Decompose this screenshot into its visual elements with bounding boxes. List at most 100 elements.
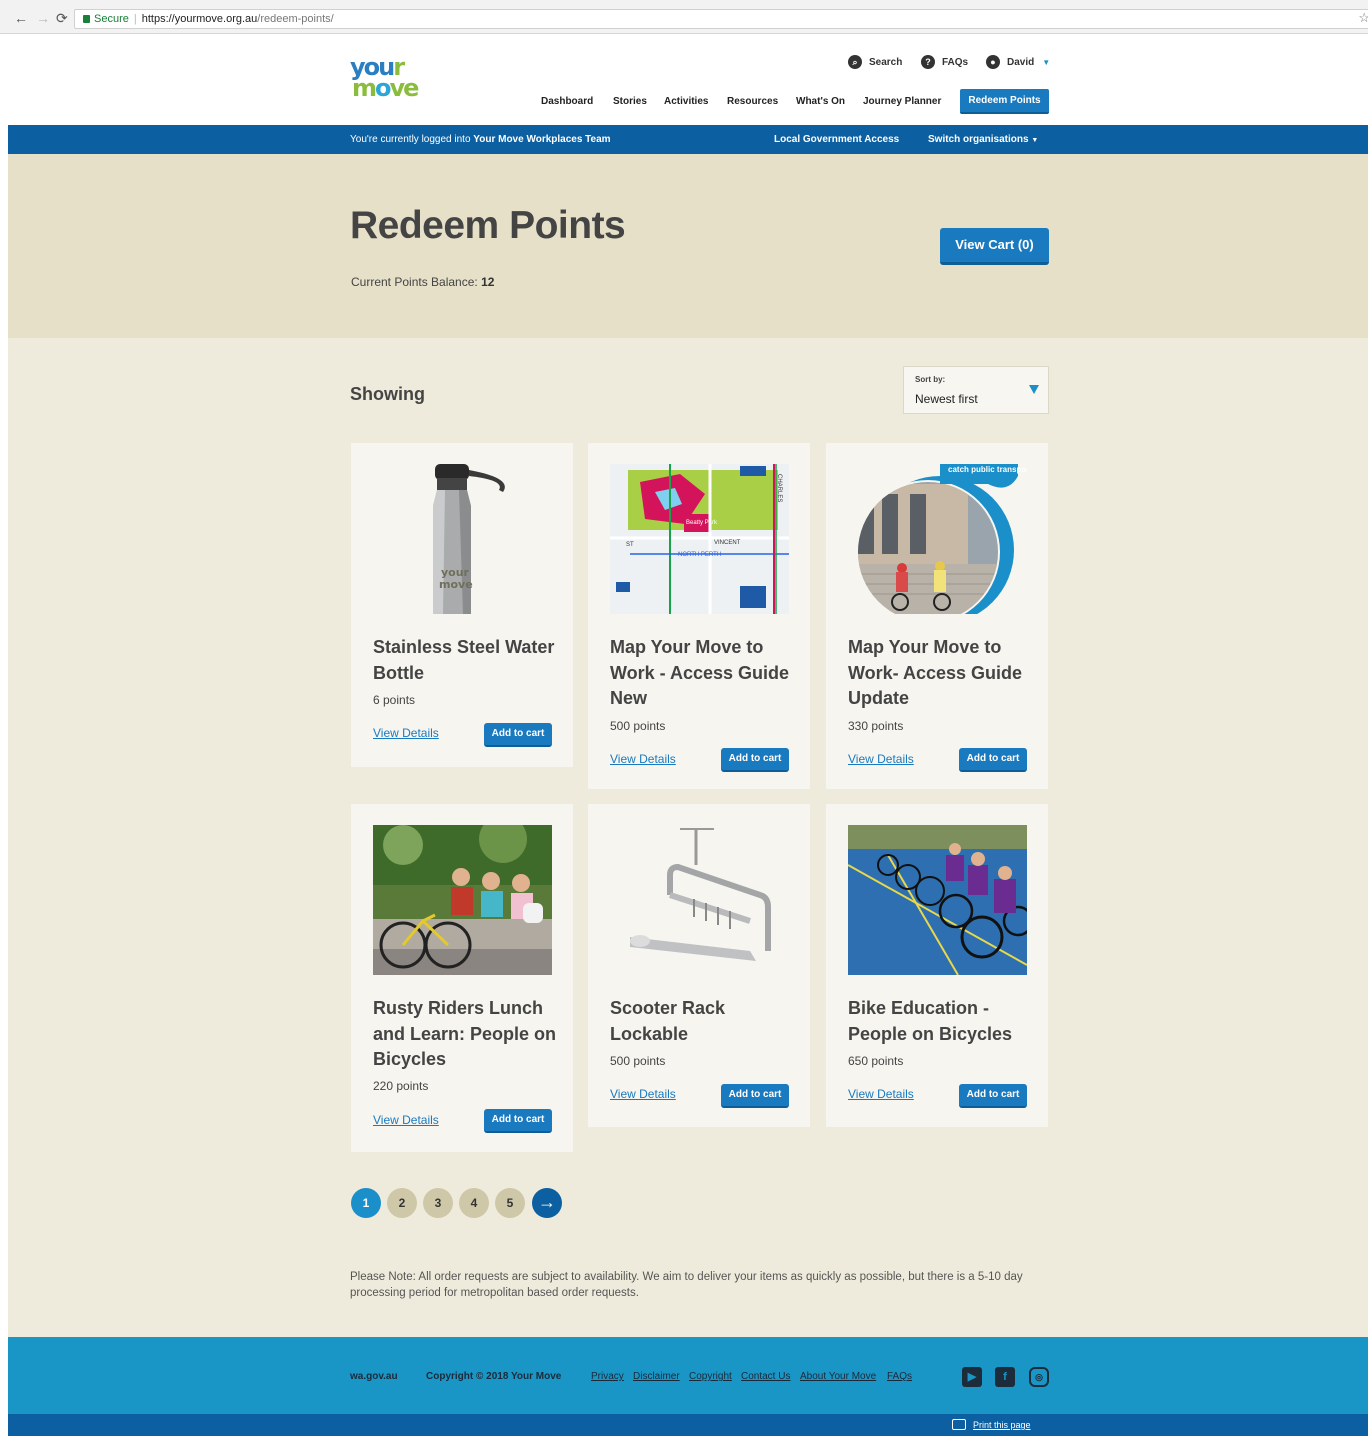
user-menu[interactable]: ● David ▼ xyxy=(986,55,1050,69)
faqs-footer-link[interactable]: FAQs xyxy=(887,1371,912,1382)
privacy-link[interactable]: Privacy xyxy=(591,1371,624,1382)
add-to-cart-button[interactable]: Add to cart xyxy=(484,723,552,747)
view-details-link[interactable]: View Details xyxy=(610,752,676,766)
switch-organisations-menu[interactable]: Switch organisations ▼ xyxy=(928,134,1038,145)
transport-badge-label: catch public transport xyxy=(948,465,1027,474)
browser-toolbar: ← → ⟳ Secure | https://yourmove.org.au/red… xyxy=(0,0,1368,34)
product-card: your move Stainless Steel Water Bottle 6… xyxy=(351,443,573,767)
points-balance: Current Points Balance: 12 xyxy=(351,275,494,289)
caret-down-icon: ▼ xyxy=(1031,137,1039,144)
back-arrow-icon[interactable]: ← xyxy=(14,10,28,26)
switch-organisations-label: Switch organisations xyxy=(928,134,1029,145)
instagram-icon[interactable]: ◎ xyxy=(1029,1367,1049,1387)
bike-education-photo-image[interactable] xyxy=(848,825,1027,975)
product-card: Scooter Rack Lockable 500 points View De… xyxy=(588,804,810,1127)
points-balance-label: Current Points Balance: xyxy=(351,275,482,289)
view-details-link[interactable]: View Details xyxy=(848,1087,914,1101)
nav-journey-planner[interactable]: Journey Planner xyxy=(863,96,941,107)
nav-resources[interactable]: Resources xyxy=(727,96,778,107)
gov-link[interactable]: wa.gov.au xyxy=(350,1371,398,1382)
product-title[interactable]: Rusty Riders Lunch and Learn: People on … xyxy=(373,996,559,1073)
map-suburb-label: NORTH PERTH xyxy=(678,552,721,558)
view-details-link[interactable]: View Details xyxy=(848,752,914,766)
product-title[interactable]: Scooter Rack Lockable xyxy=(610,996,796,1047)
sub-footer: Print this page xyxy=(8,1414,1368,1436)
page-2-button[interactable]: 2 xyxy=(387,1188,417,1218)
product-card: Bike Education - People on Bicycles 650 … xyxy=(826,804,1048,1127)
catch-public-transport-image[interactable]: catch public transport xyxy=(848,464,1027,614)
help-icon: ? xyxy=(921,55,935,69)
view-details-link[interactable]: View Details xyxy=(610,1087,676,1101)
showing-heading: Showing xyxy=(350,384,425,404)
product-title[interactable]: Map Your Move to Work - Access Guide New xyxy=(610,635,796,712)
nav-stories[interactable]: Stories xyxy=(613,96,647,107)
add-to-cart-button[interactable]: Add to cart xyxy=(484,1109,552,1133)
faqs-label: FAQs xyxy=(942,56,969,68)
map-street-label-2: CHARLES xyxy=(776,474,782,502)
search-label: Search xyxy=(869,56,903,68)
product-card: Beatty Park VINCENT NORTH PERTH ST CHARL… xyxy=(588,443,810,789)
local-government-access-link[interactable]: Local Government Access xyxy=(774,134,899,145)
view-cart-button[interactable]: View Cart (0) xyxy=(940,228,1049,265)
page-5-button[interactable]: 5 xyxy=(495,1188,525,1218)
facebook-icon[interactable]: f xyxy=(995,1367,1015,1387)
riders-photo-image[interactable] xyxy=(373,825,552,975)
printer-icon[interactable] xyxy=(952,1419,966,1430)
org-bar: You're currently logged into Your Move W… xyxy=(8,125,1368,154)
search-link[interactable]: ⌕ Search xyxy=(848,55,902,69)
copyright-text: Copyright © 2018 Your Move xyxy=(426,1371,562,1382)
print-page-link[interactable]: Print this page xyxy=(973,1420,1031,1430)
add-to-cart-button[interactable]: Add to cart xyxy=(721,1084,789,1108)
product-points: 220 points xyxy=(373,1079,429,1093)
map-st-label: ST xyxy=(626,542,634,548)
logged-in-prefix: You're currently logged into xyxy=(350,134,474,145)
copyright-link[interactable]: Copyright xyxy=(689,1371,732,1382)
url-host: https://yourmove.org.au xyxy=(141,13,258,25)
nav-whats-on[interactable]: What's On xyxy=(796,96,845,107)
product-points: 6 points xyxy=(373,693,416,707)
add-to-cart-button[interactable]: Add to cart xyxy=(959,1084,1027,1108)
product-points: 650 points xyxy=(848,1054,904,1068)
nav-activities[interactable]: Activities xyxy=(664,96,708,107)
site-footer: wa.gov.au Copyright © 2018 Your Move Pri… xyxy=(8,1337,1368,1414)
svg-text:move: move xyxy=(439,578,473,591)
your-move-logo[interactable]: your move xyxy=(350,55,428,102)
disclaimer-link[interactable]: Disclaimer xyxy=(633,1371,680,1382)
user-name: David xyxy=(1007,56,1035,68)
view-details-link[interactable]: View Details xyxy=(373,1113,439,1127)
add-to-cart-button[interactable]: Add to cart xyxy=(721,748,789,772)
product-title[interactable]: Stainless Steel Water Bottle xyxy=(373,635,559,686)
youtube-icon[interactable]: ▶ xyxy=(962,1367,982,1387)
team-name: Your Move Workplaces Team xyxy=(473,134,611,145)
url-path: /redeem-points/ xyxy=(257,13,334,25)
sort-select[interactable]: Sort by: Newest first xyxy=(903,366,1049,414)
page-1-button[interactable]: 1 xyxy=(351,1188,381,1218)
add-to-cart-button[interactable]: Add to cart xyxy=(959,748,1027,772)
bookmark-star-icon[interactable]: ☆ xyxy=(1358,10,1368,26)
water-bottle-image[interactable]: your move xyxy=(373,464,552,614)
nav-dashboard[interactable]: Dashboard xyxy=(541,96,593,107)
sort-label: Sort by: xyxy=(915,375,946,384)
faqs-link[interactable]: ? FAQs xyxy=(921,55,968,69)
product-title[interactable]: Map Your Move to Work- Access Guide Upda… xyxy=(848,635,1034,712)
address-bar[interactable]: Secure | https://yourmove.org.au/redeem-po… xyxy=(74,9,1368,29)
forward-arrow-icon[interactable]: → xyxy=(36,10,50,26)
access-map-image[interactable]: Beatty Park VINCENT NORTH PERTH ST CHARL… xyxy=(610,464,789,614)
contact-us-link[interactable]: Contact Us xyxy=(741,1371,790,1382)
page-4-button[interactable]: 4 xyxy=(459,1188,489,1218)
hero-section: Redeem Points Current Points Balance: 12… xyxy=(8,154,1368,338)
page-3-button[interactable]: 3 xyxy=(423,1188,453,1218)
product-title[interactable]: Bike Education - People on Bicycles xyxy=(848,996,1034,1047)
site-header: your move ⌕ Search ? FAQs ● David ▼ Dashboar… xyxy=(8,34,1368,125)
nav-redeem-points[interactable]: Redeem Points xyxy=(960,89,1049,114)
order-note: Please Note: All order requests are subj… xyxy=(350,1271,1023,1299)
about-your-move-link[interactable]: About Your Move xyxy=(800,1371,876,1382)
next-page-arrow-icon[interactable]: → xyxy=(532,1188,562,1218)
scooter-rack-image[interactable] xyxy=(610,825,789,975)
reload-icon[interactable]: ⟳ xyxy=(56,10,68,27)
secure-label: Secure xyxy=(94,13,129,25)
product-points: 330 points xyxy=(848,719,904,733)
view-details-link[interactable]: View Details xyxy=(373,726,439,740)
frame-strip xyxy=(0,34,8,1436)
dropdown-arrow-icon xyxy=(1029,385,1039,394)
